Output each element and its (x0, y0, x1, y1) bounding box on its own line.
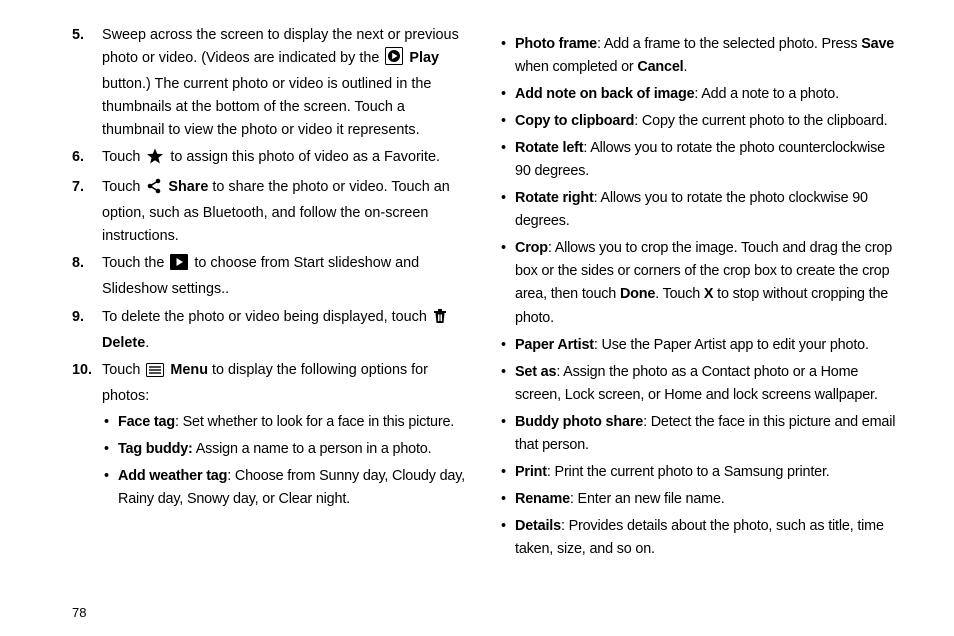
step-text-post: button.) The current photo or video is o… (102, 76, 431, 138)
step-6: 6. Touch to assign this photo of video a… (72, 146, 469, 172)
bullet-paper-artist: Paper Artist: Use the Paper Artist app t… (499, 334, 896, 357)
step-text-pre: To delete the photo or video being displ… (102, 309, 431, 325)
step-number: 8. (72, 252, 84, 275)
step-number: 7. (72, 176, 84, 199)
step-text-pre: Touch (102, 179, 144, 195)
step-text-pre: Sweep across the screen to display the n… (102, 27, 459, 66)
favorite-star-icon (146, 148, 164, 172)
bullet-add-weather-tag: Add weather tag: Choose from Sunny day, … (102, 465, 469, 511)
bullet-photo-frame: Photo frame: Add a frame to the selected… (499, 33, 896, 79)
manual-page: 5. Sweep across the screen to display th… (0, 0, 954, 636)
play-icon (385, 47, 403, 73)
delete-label: Delete (102, 335, 145, 351)
step-text-pre: Touch the (102, 255, 168, 271)
share-label: Share (168, 179, 208, 195)
bullet-rotate-left: Rotate left: Allows you to rotate the ph… (499, 137, 896, 183)
step-9: 9. To delete the photo or video being di… (72, 306, 469, 355)
step-number: 5. (72, 24, 84, 47)
delete-trash-icon (433, 308, 447, 332)
bullet-tag-buddy: Tag buddy: Assign a name to a person in … (102, 438, 469, 461)
step-5: 5. Sweep across the screen to display th… (72, 24, 469, 142)
bullet-details: Details: Provides details about the phot… (499, 515, 896, 561)
step-8: 8. Touch the to choose from Start slides… (72, 252, 469, 301)
right-bullets: Photo frame: Add a frame to the selected… (499, 33, 896, 561)
left-sub-bullets: Face tag: Set whether to look for a face… (102, 411, 469, 511)
columns: 5. Sweep across the screen to display th… (72, 24, 896, 603)
bullet-buddy-photo-share: Buddy photo share: Detect the face in th… (499, 411, 896, 457)
bullet-print: Print: Print the current photo to a Sams… (499, 461, 896, 484)
numbered-steps: 5. Sweep across the screen to display th… (72, 24, 469, 511)
step-7: 7. Touch Share to share the photo or vid… (72, 176, 469, 248)
step-text-post: . (145, 335, 149, 351)
bullet-rotate-right: Rotate right: Allows you to rotate the p… (499, 187, 896, 233)
slideshow-play-icon (170, 254, 188, 278)
bullet-rename: Rename: Enter an new file name. (499, 488, 896, 511)
play-label: Play (409, 50, 439, 66)
share-icon (146, 178, 162, 202)
step-10: 10. Touch Menu to display the following … (72, 359, 469, 511)
bullet-set-as: Set as: Assign the photo as a Contact ph… (499, 361, 896, 407)
page-number: 78 (72, 603, 896, 624)
step-text-pre: Touch (102, 149, 144, 165)
menu-label: Menu (170, 362, 208, 378)
left-column: 5. Sweep across the screen to display th… (72, 24, 469, 603)
bullet-crop: Crop: Allows you to crop the image. Touc… (499, 237, 896, 329)
step-number: 6. (72, 146, 84, 169)
bullet-face-tag: Face tag: Set whether to look for a face… (102, 411, 469, 434)
step-number: 10. (72, 359, 92, 382)
step-number: 9. (72, 306, 84, 329)
step-text-pre: Touch (102, 362, 144, 378)
bullet-add-note: Add note on back of image: Add a note to… (499, 83, 896, 106)
menu-icon (146, 362, 164, 385)
step-text-post: to assign this photo of video as a Favor… (170, 149, 440, 165)
right-column: Photo frame: Add a frame to the selected… (499, 24, 896, 603)
bullet-copy-clipboard: Copy to clipboard: Copy the current phot… (499, 110, 896, 133)
